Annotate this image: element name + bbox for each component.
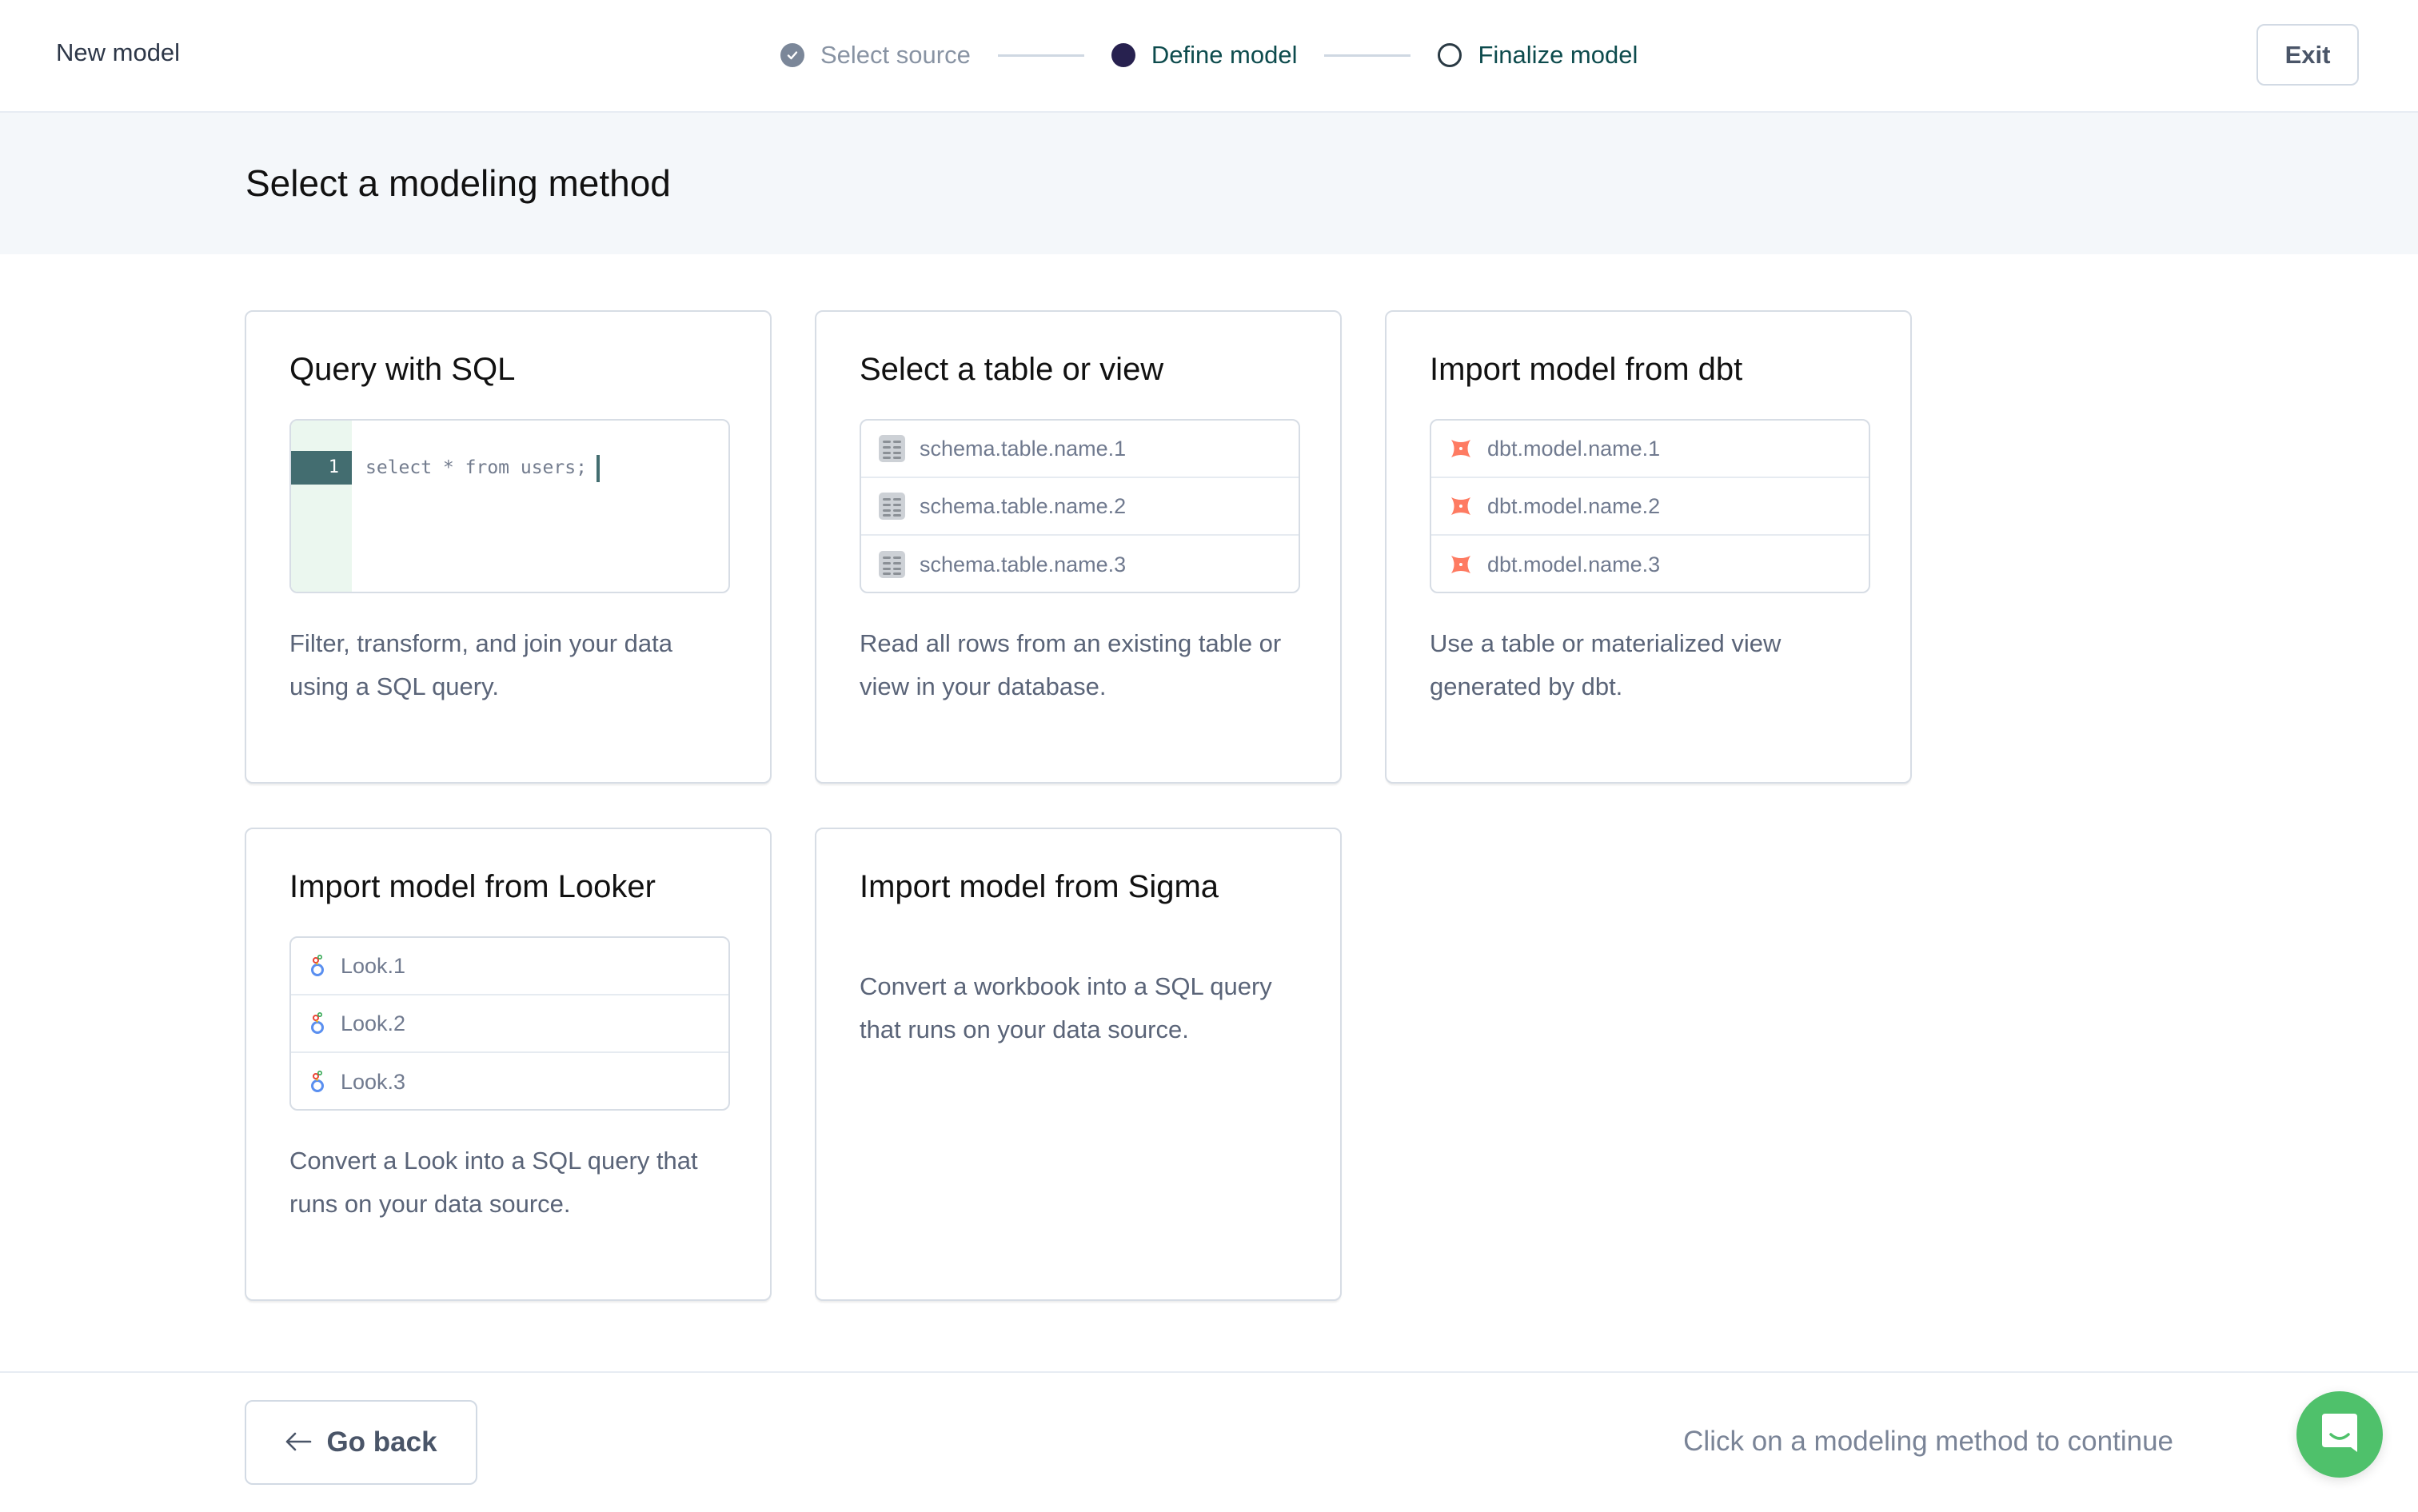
step-define-model: Define model <box>1111 41 1298 70</box>
card-title: Import model from Sigma <box>860 869 1219 904</box>
method-card-looker[interactable]: Import model from Looker Look.1 Look.2 L… <box>245 828 772 1301</box>
item-label: dbt.model.name.1 <box>1487 436 1661 461</box>
card-description: Use a table or materialized view generat… <box>1430 629 1782 700</box>
method-card-table[interactable]: Select a table or view schema.table.name… <box>815 310 1342 784</box>
go-back-button[interactable]: Go back <box>245 1400 477 1485</box>
check-circle-icon <box>780 43 804 67</box>
code-text: select * from users; <box>365 457 587 478</box>
item-label: dbt.model.name.3 <box>1487 552 1661 576</box>
sql-editor-preview: 1 select * from users; <box>289 419 730 593</box>
arrow-left-icon <box>285 1426 312 1459</box>
step-connector <box>997 54 1084 57</box>
list-item: Look.2 <box>291 995 728 1053</box>
table-icon <box>879 551 905 578</box>
line-number: 1 <box>291 451 352 485</box>
step-label: Define model <box>1151 41 1298 69</box>
list-item: schema.table.name.2 <box>861 478 1299 536</box>
footer-divider <box>0 1371 2418 1373</box>
step-connector <box>1324 54 1411 57</box>
item-label: Look.3 <box>341 1069 406 1094</box>
card-description: Convert a workbook into a SQL query that… <box>860 972 1272 1043</box>
list-item: Look.1 <box>291 938 728 995</box>
code-line: select * from users; <box>365 451 600 485</box>
filled-circle-icon <box>1111 43 1135 67</box>
table-icon <box>879 435 905 462</box>
looker-icon <box>309 954 326 978</box>
dbt-icon <box>1449 437 1473 461</box>
chat-launcher-button[interactable] <box>2296 1391 2383 1478</box>
dbt-icon <box>1449 553 1473 576</box>
card-description: Read all rows from an existing table or … <box>860 629 1282 700</box>
empty-circle-icon <box>1438 43 1462 67</box>
list-item: schema.table.name.1 <box>861 421 1299 478</box>
method-card-sql[interactable]: Query with SQL 1 select * from users; Fi… <box>245 310 772 784</box>
progress-stepper: Select source Define model Finalize mode… <box>780 35 1638 75</box>
card-title: Import model from Looker <box>289 869 656 904</box>
card-description: Filter, transform, and join your data us… <box>289 629 673 700</box>
method-card-sigma[interactable]: Import model from Sigma Convert a workbo… <box>815 828 1342 1301</box>
list-item: Look.3 <box>291 1053 728 1109</box>
item-label: Look.1 <box>341 953 406 978</box>
card-title: Import model from dbt <box>1430 352 1743 387</box>
looker-icon <box>309 1070 326 1094</box>
item-label: schema.table.name.2 <box>920 493 1127 518</box>
item-label: schema.table.name.1 <box>920 436 1127 461</box>
editor-gutter <box>291 421 352 592</box>
list-item: dbt.model.name.2 <box>1431 478 1869 536</box>
dbt-list-preview: dbt.model.name.1 dbt.model.name.2 dbt.mo… <box>1430 419 1870 593</box>
card-title: Query with SQL <box>289 352 516 387</box>
text-caret <box>596 454 600 482</box>
step-select-source: Select source <box>780 41 971 70</box>
page-title: Select a modeling method <box>245 162 671 204</box>
continue-hint: Click on a modeling method to continue <box>1683 1426 2173 1457</box>
go-back-label: Go back <box>326 1426 437 1458</box>
dbt-icon <box>1449 494 1473 518</box>
looker-list-preview: Look.1 Look.2 Look.3 <box>289 936 730 1111</box>
looker-icon <box>309 1011 326 1035</box>
list-item: schema.table.name.3 <box>861 536 1299 592</box>
card-title: Select a table or view <box>860 352 1164 387</box>
item-label: schema.table.name.3 <box>920 552 1127 576</box>
list-item: dbt.model.name.1 <box>1431 421 1869 478</box>
table-icon <box>879 493 905 520</box>
app-title: New model <box>56 38 181 66</box>
item-label: Look.2 <box>341 1011 406 1035</box>
list-item: dbt.model.name.3 <box>1431 536 1869 592</box>
step-label: Select source <box>820 41 971 69</box>
exit-button[interactable]: Exit <box>2256 24 2359 86</box>
step-finalize-model: Finalize model <box>1438 41 1638 70</box>
item-label: dbt.model.name.2 <box>1487 493 1661 518</box>
chat-icon <box>2320 1412 2359 1458</box>
table-list-preview: schema.table.name.1 schema.table.name.2 … <box>860 419 1300 593</box>
method-card-dbt[interactable]: Import model from dbt dbt.model.name.1 d… <box>1385 310 1912 784</box>
step-label: Finalize model <box>1478 41 1638 69</box>
card-description: Convert a Look into a SQL query that run… <box>289 1147 698 1218</box>
